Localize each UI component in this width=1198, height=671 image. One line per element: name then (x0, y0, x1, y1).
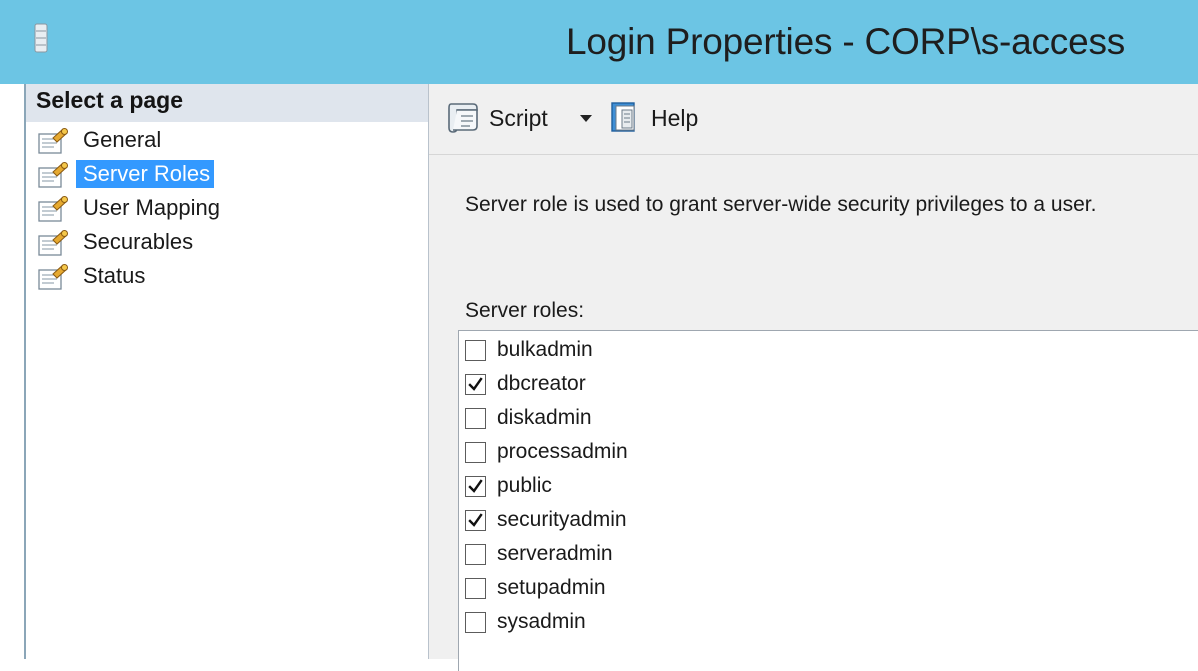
database-icon (34, 23, 48, 53)
server-roles-label: Server roles: (465, 299, 585, 322)
role-name: bulkadmin (497, 338, 593, 361)
role-checkbox-serveradmin[interactable] (465, 544, 486, 565)
toolbar: Script Help (429, 84, 1198, 155)
page-description: Server role is used to grant server-wide… (465, 193, 1097, 216)
role-checkbox-diskadmin[interactable] (465, 408, 486, 429)
role-checkbox-processadmin[interactable] (465, 442, 486, 463)
role-item-processadmin[interactable]: processadmin (465, 436, 1198, 470)
checkmark-icon (468, 513, 483, 527)
page-wrench-icon (36, 229, 70, 257)
role-item-diskadmin[interactable]: diskadmin (465, 402, 1198, 436)
role-name: diskadmin (497, 406, 592, 429)
role-name: setupadmin (497, 576, 606, 599)
sidebar-item-label: Status (83, 263, 146, 288)
role-item-setupadmin[interactable]: setupadmin (465, 572, 1198, 606)
title-bar[interactable]: Login Properties - CORP\s-access (0, 0, 1198, 84)
sidebar-item-label: User Mapping (83, 195, 220, 220)
dialog-window: Select a page General Server Roles User … (24, 84, 1198, 671)
role-checkbox-bulkadmin[interactable] (465, 340, 486, 361)
content-pane: Script Help Server role is used to grant… (429, 84, 1198, 671)
select-page-header: Select a page (26, 84, 428, 122)
role-checkbox-setupadmin[interactable] (465, 578, 486, 599)
role-name: securityadmin (497, 508, 627, 531)
chevron-down-icon (580, 115, 592, 122)
script-scroll-icon (448, 103, 478, 133)
role-checkbox-public[interactable] (465, 476, 486, 497)
role-item-bulkadmin[interactable]: bulkadmin (465, 334, 1198, 368)
sidebar-item-label: Securables (83, 229, 194, 254)
sidebar-item-status[interactable]: Status (36, 260, 416, 292)
sidebar-item-securables[interactable]: Securables (36, 226, 416, 258)
sidebar-item-server-roles[interactable]: Server Roles (36, 158, 416, 190)
page-wrench-icon (36, 161, 70, 189)
sidebar-item-general[interactable]: General (36, 124, 416, 156)
role-checkbox-dbcreator[interactable] (465, 374, 486, 395)
help-label: Help (651, 105, 699, 131)
role-name: processadmin (497, 440, 628, 463)
role-item-securityadmin[interactable]: securityadmin (465, 504, 1198, 538)
help-book-icon (611, 102, 635, 132)
select-page-pane: Select a page General Server Roles User … (26, 84, 429, 659)
sidebar-item-label: General (83, 127, 162, 152)
sidebar-item-label: Server Roles (76, 160, 215, 188)
role-item-serveradmin[interactable]: serveradmin (465, 538, 1198, 572)
role-name: sysadmin (497, 610, 586, 633)
checkmark-icon (468, 479, 483, 493)
role-item-sysadmin[interactable]: sysadmin (465, 606, 1198, 640)
role-name: serveradmin (497, 542, 613, 565)
select-page-label: Select a page (36, 87, 184, 113)
role-item-dbcreator[interactable]: dbcreator (465, 368, 1198, 402)
role-checkbox-sysadmin[interactable] (465, 612, 486, 633)
role-checkbox-securityadmin[interactable] (465, 510, 486, 531)
page-wrench-icon (36, 127, 70, 155)
window-title: Login Properties - CORP\s-access (566, 21, 1126, 62)
sidebar-item-user-mapping[interactable]: User Mapping (36, 192, 416, 224)
role-item-public[interactable]: public (465, 470, 1198, 504)
role-name: dbcreator (497, 372, 586, 395)
checkmark-icon (468, 377, 483, 391)
role-name: public (497, 474, 552, 497)
page-wrench-icon (36, 263, 70, 291)
script-button[interactable]: Script (445, 100, 569, 136)
server-roles-list[interactable]: bulkadmin dbcreator diskadmin processadmin… (458, 330, 1198, 671)
page-wrench-icon (36, 195, 70, 223)
script-dropdown-button[interactable] (575, 100, 597, 136)
help-button[interactable]: Help (607, 100, 717, 136)
script-label: Script (489, 105, 548, 131)
